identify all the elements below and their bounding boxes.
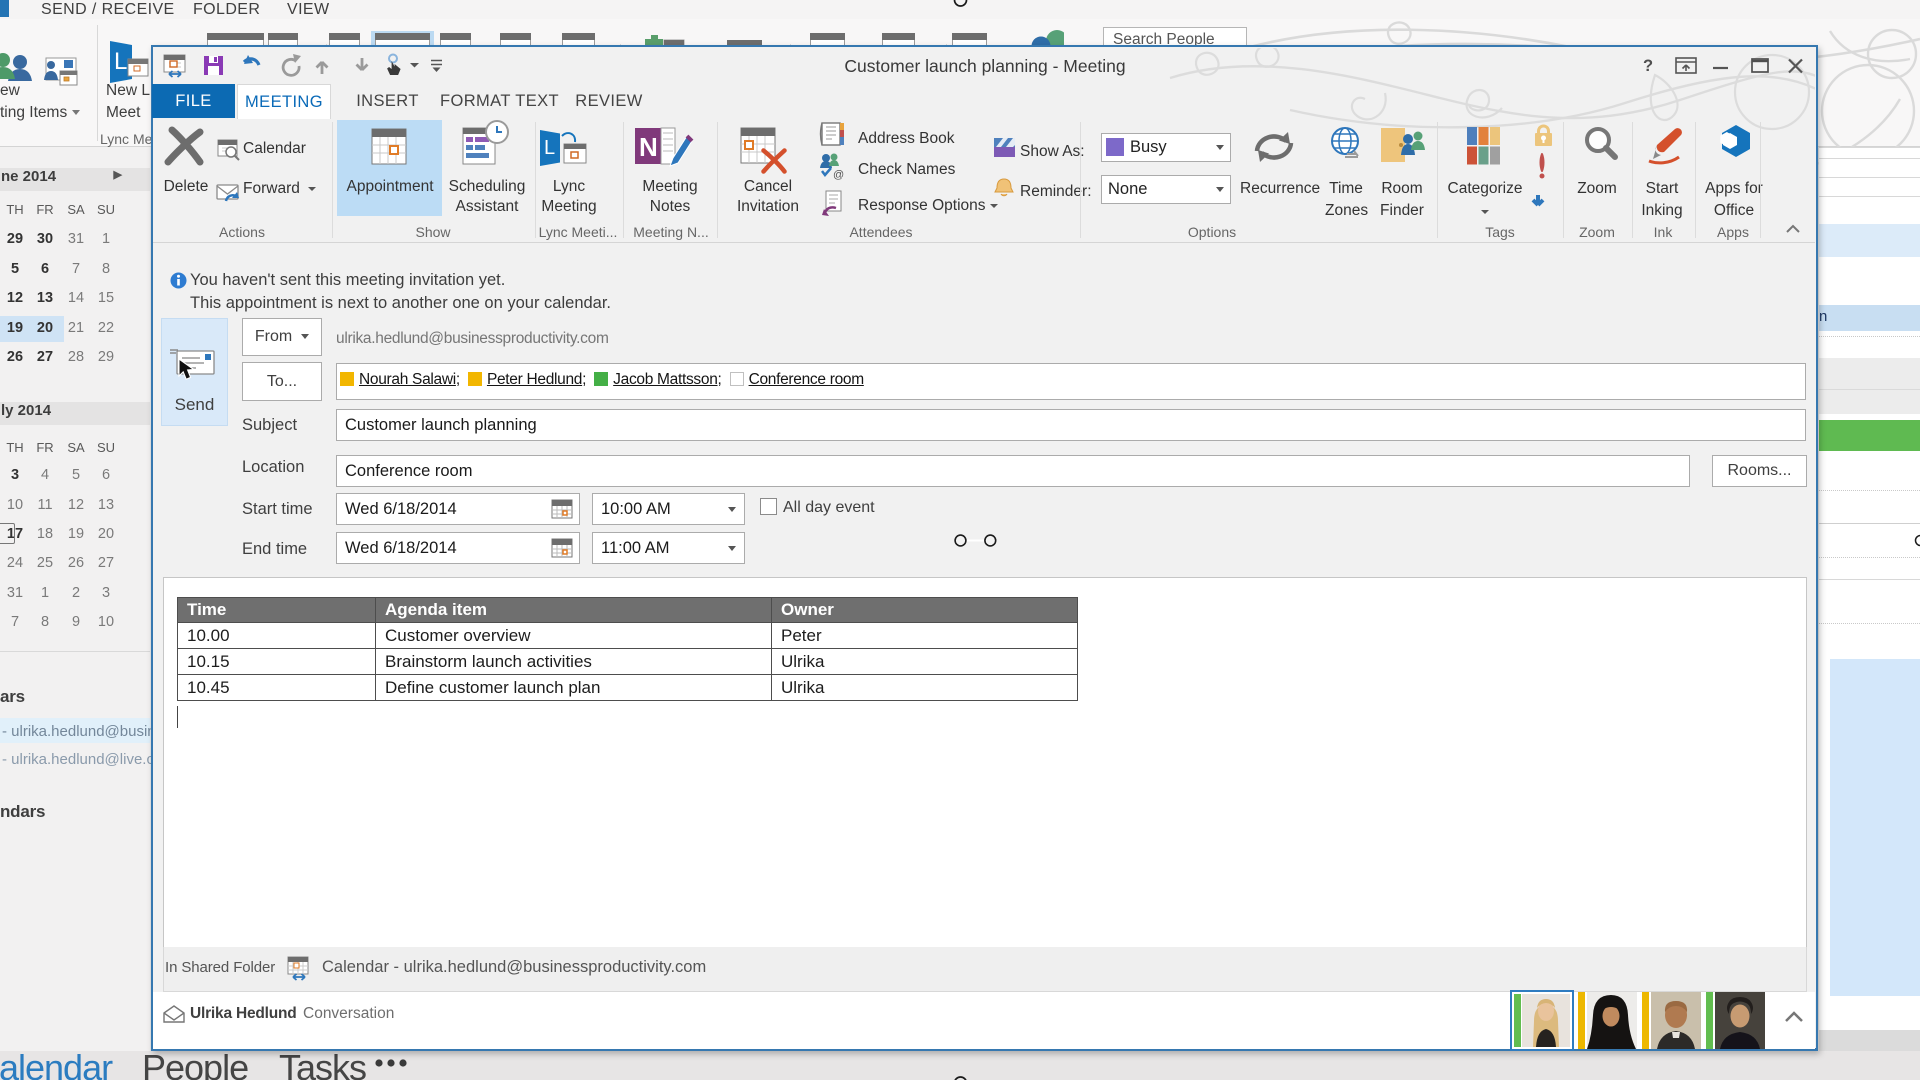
svg-text:@: @ xyxy=(833,169,844,181)
svg-text:N: N xyxy=(639,132,658,162)
svg-text:?: ? xyxy=(1643,57,1653,75)
svg-text:L: L xyxy=(544,137,555,159)
